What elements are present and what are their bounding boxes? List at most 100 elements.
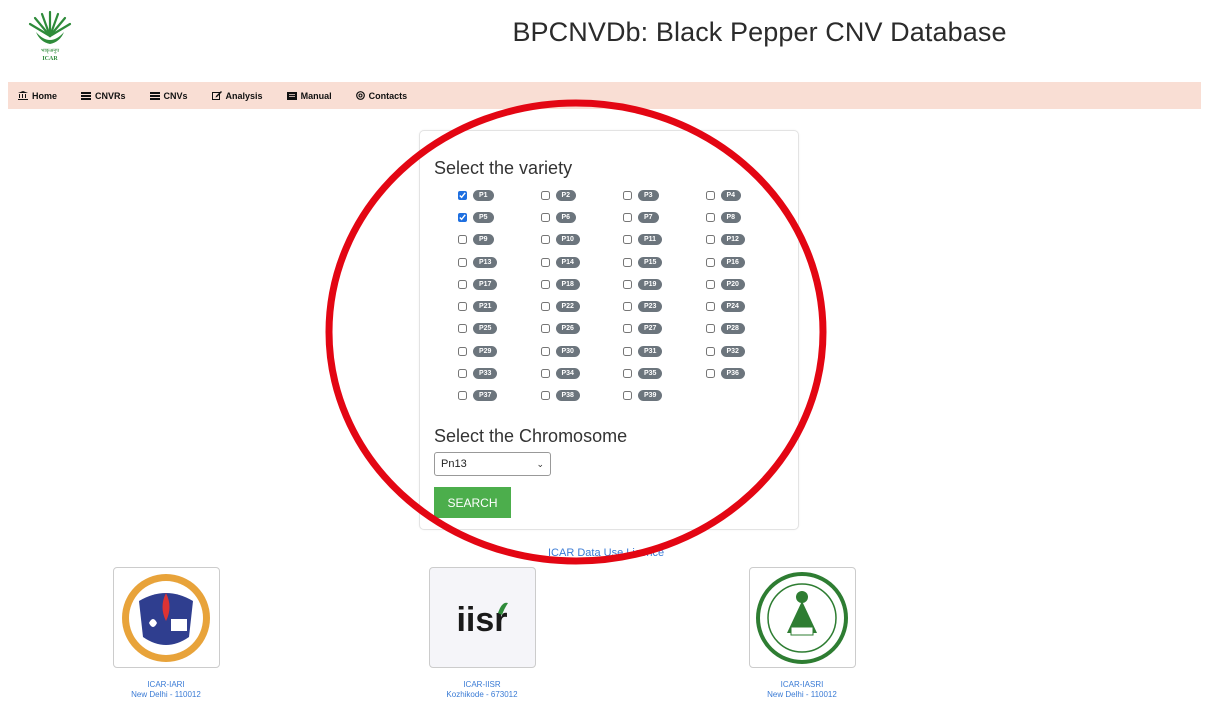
variety-checkbox[interactable] <box>705 279 715 289</box>
nav-manual[interactable]: Manual <box>286 90 332 101</box>
nav-contacts[interactable]: Contacts <box>355 90 408 101</box>
partner-iasri-name: ICAR-IASRI <box>780 680 824 689</box>
variety-row: P9 P10 P11 P12 <box>458 229 788 251</box>
variety-option: P37 <box>458 390 541 402</box>
variety-checkbox[interactable] <box>705 324 715 334</box>
variety-option: P23 <box>623 301 706 313</box>
partner-iisr: iisr ICAR-IISR Kozhikode - 673012 <box>402 567 562 700</box>
variety-badge: P35 <box>638 368 663 380</box>
nav-analysis[interactable]: Analysis <box>211 91 263 101</box>
search-form-card: Select the variety P1 P2 P3 P4 P5 P6 P7 P8 P9 P10… <box>419 130 799 530</box>
iari-logo-frame[interactable] <box>112 567 220 668</box>
variety-checkbox[interactable] <box>458 212 467 222</box>
variety-checkbox[interactable] <box>623 324 632 334</box>
variety-section-title: Select the variety <box>434 158 573 178</box>
variety-checkbox[interactable] <box>540 346 550 356</box>
variety-checkbox[interactable] <box>458 302 467 312</box>
variety-option: P39 <box>623 390 706 402</box>
partner-iari-name: ICAR-IARI <box>147 680 185 689</box>
variety-checkbox[interactable] <box>705 257 715 267</box>
variety-checkbox[interactable] <box>623 190 632 200</box>
variety-option: P26 <box>540 323 624 335</box>
variety-option: P29 <box>458 345 541 357</box>
variety-checkbox[interactable] <box>705 190 715 200</box>
variety-option: P6 <box>540 211 624 223</box>
nav-cnvs[interactable]: CNVs <box>149 91 188 101</box>
variety-row: P13 P14 P15 P16 <box>458 251 788 273</box>
variety-checkbox[interactable] <box>458 346 467 356</box>
variety-checkbox[interactable] <box>540 190 550 200</box>
search-button[interactable]: SEARCH <box>434 487 511 518</box>
partner-iisr-location: Kozhikode - 673012 <box>446 690 518 699</box>
data-licence-link[interactable]: ICAR Data Use Licence <box>548 547 664 559</box>
variety-checkbox[interactable] <box>458 324 467 334</box>
svg-text:iisr: iisr <box>456 601 507 639</box>
variety-checkbox[interactable] <box>458 190 467 200</box>
variety-checkbox[interactable] <box>623 391 632 401</box>
iisr-logo-frame[interactable]: iisr <box>428 567 536 668</box>
variety-checkbox[interactable] <box>540 324 550 334</box>
variety-checkbox[interactable] <box>540 212 550 222</box>
navbar: Home CNVRs CNVs Analysis Manual Contacts <box>8 82 1201 109</box>
variety-checkbox[interactable] <box>623 369 632 379</box>
variety-option: P16 <box>705 256 789 268</box>
iasri-logo-frame[interactable] <box>748 567 856 668</box>
variety-badge: P38 <box>555 390 580 402</box>
variety-option: P4 <box>705 189 789 201</box>
variety-grid: P1 P2 P3 P4 P5 P6 P7 P8 P9 P10 P11 P12 P13 P14 P15 P16 P… <box>458 184 788 407</box>
variety-row: P21 P22 P23 P24 <box>458 295 788 317</box>
variety-checkbox[interactable] <box>705 346 715 356</box>
variety-checkbox[interactable] <box>458 391 467 401</box>
nav-manual-label: Manual <box>300 90 332 101</box>
nav-contacts-label: Contacts <box>368 90 408 101</box>
partner-iasri: ICAR-IASRI New Delhi - 110012 <box>722 567 882 700</box>
variety-checkbox[interactable] <box>540 391 550 401</box>
nav-home[interactable]: Home <box>18 91 57 101</box>
variety-checkbox[interactable] <box>540 235 550 245</box>
variety-checkbox[interactable] <box>705 212 715 222</box>
variety-checkbox[interactable] <box>623 212 632 222</box>
variety-badge: P34 <box>555 368 580 380</box>
partner-iari-location: New Delhi - 110012 <box>131 690 201 699</box>
variety-badge: P19 <box>638 278 663 290</box>
variety-checkbox[interactable] <box>458 279 467 289</box>
variety-checkbox[interactable] <box>623 279 632 289</box>
variety-badge: P27 <box>638 323 663 335</box>
svg-text:भाकृअनुप: भाकृअनुप <box>41 48 59 54</box>
variety-badge: P16 <box>720 256 745 268</box>
variety-checkbox[interactable] <box>623 346 632 356</box>
variety-option: P19 <box>623 278 706 290</box>
variety-badge: P7 <box>638 211 659 223</box>
variety-checkbox[interactable] <box>705 369 715 379</box>
variety-checkbox[interactable] <box>540 369 550 379</box>
iisr-logo-icon: iisr <box>456 601 508 639</box>
nav-cnvrs[interactable]: CNVRs <box>81 91 126 101</box>
chevron-down-icon: ⌄ <box>536 458 544 469</box>
chromosome-select[interactable]: Pn13 ⌄ <box>434 452 551 476</box>
variety-option: P36 <box>705 368 789 380</box>
variety-checkbox[interactable] <box>540 302 550 312</box>
variety-badge: P26 <box>555 323 580 335</box>
variety-option: P38 <box>540 390 624 402</box>
variety-badge: P21 <box>473 301 498 313</box>
variety-checkbox[interactable] <box>458 235 467 245</box>
variety-checkbox[interactable] <box>540 257 550 267</box>
partner-iari: ICAR-IARI New Delhi - 110012 <box>86 567 246 700</box>
variety-checkbox[interactable] <box>705 235 715 245</box>
variety-checkbox[interactable] <box>458 257 467 267</box>
variety-badge: P23 <box>638 301 663 313</box>
variety-checkbox[interactable] <box>540 279 550 289</box>
variety-badge: P14 <box>555 256 580 268</box>
variety-checkbox[interactable] <box>623 257 632 267</box>
variety-checkbox[interactable] <box>705 302 715 312</box>
variety-option: P18 <box>540 278 624 290</box>
variety-checkbox[interactable] <box>623 302 632 312</box>
variety-option: P8 <box>705 211 789 223</box>
variety-badge: P33 <box>473 368 498 380</box>
nav-cnvrs-label: CNVRs <box>95 90 126 101</box>
variety-option: P15 <box>623 256 706 268</box>
variety-checkbox[interactable] <box>623 235 632 245</box>
variety-option: P20 <box>705 278 789 290</box>
page: भाकृअनुप ICAR BPCNVDb: Black Pepper CNV … <box>0 0 1209 706</box>
variety-checkbox[interactable] <box>458 369 467 379</box>
